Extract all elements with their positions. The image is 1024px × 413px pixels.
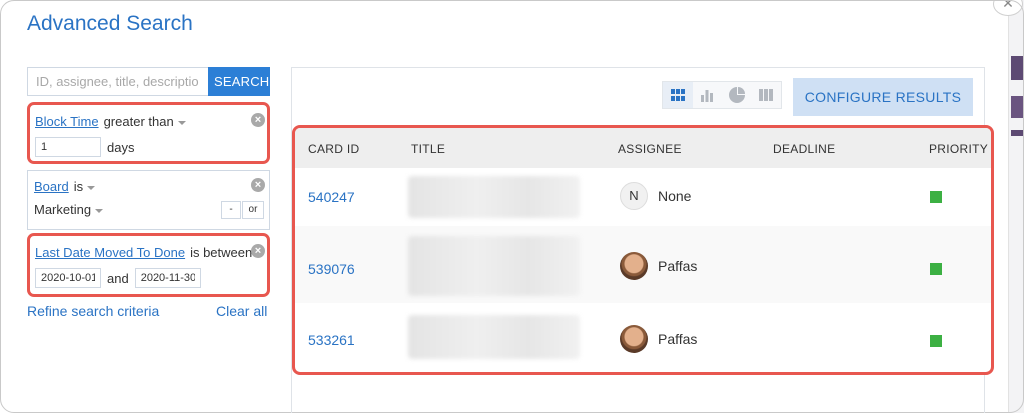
background-app-strip bbox=[1011, 56, 1024, 80]
card-id-link[interactable]: 540247 bbox=[308, 189, 355, 205]
remove-filter-icon[interactable]: × bbox=[251, 178, 265, 192]
date-from-input[interactable] bbox=[35, 268, 101, 288]
filter-value-select[interactable]: Marketing bbox=[34, 202, 104, 217]
and-label: and bbox=[107, 270, 129, 286]
or-button[interactable]: or bbox=[242, 201, 264, 219]
bar-chart-icon[interactable] bbox=[693, 82, 723, 108]
table-row[interactable]: 540247 N None bbox=[295, 168, 991, 226]
remove-value-button[interactable]: - bbox=[221, 201, 241, 219]
card-title-redacted bbox=[408, 315, 580, 359]
date-to-input[interactable] bbox=[134, 268, 201, 288]
table-row[interactable]: 539076 Paffas bbox=[295, 226, 991, 303]
column-header[interactable]: ASSIGNEE bbox=[618, 142, 682, 156]
view-switcher bbox=[662, 81, 782, 109]
assignee-name: Paffas bbox=[658, 258, 698, 274]
filter-field-link[interactable]: Board bbox=[34, 179, 69, 194]
table-row[interactable]: 533261 Paffas bbox=[295, 303, 991, 372]
filter-block-time: Block Time greater than × days bbox=[27, 102, 270, 164]
filter-board: Board is × Marketing - or bbox=[27, 170, 270, 230]
column-view-icon[interactable] bbox=[752, 82, 782, 108]
filter-unit: days bbox=[107, 139, 135, 155]
assignee: Paffas bbox=[620, 325, 697, 353]
column-header[interactable]: TITLE bbox=[411, 142, 445, 156]
pie-chart-icon[interactable] bbox=[722, 82, 752, 108]
chevron-down-icon bbox=[87, 185, 96, 190]
avatar bbox=[620, 325, 648, 353]
chevron-down-icon bbox=[95, 208, 104, 213]
configure-results-button[interactable]: CONFIGURE RESULTS bbox=[793, 78, 973, 116]
filter-operator[interactable]: greater than bbox=[104, 114, 186, 129]
refine-search-link[interactable]: Refine search criteria bbox=[27, 303, 159, 319]
background-app-strip bbox=[1011, 96, 1024, 118]
priority-indicator bbox=[930, 263, 942, 275]
assignee: Paffas bbox=[620, 252, 697, 280]
priority-indicator bbox=[930, 335, 942, 347]
results-table: CARD ID TITLE ASSIGNEE DEADLINE PRIORITY… bbox=[292, 125, 994, 375]
avatar bbox=[620, 252, 648, 280]
column-header[interactable]: CARD ID bbox=[308, 142, 359, 156]
filter-last-date-moved: Last Date Moved To Done is between × and bbox=[27, 233, 270, 297]
avatar: N bbox=[620, 182, 648, 210]
background-app-strip bbox=[1011, 130, 1024, 136]
clear-all-link[interactable]: Clear all bbox=[216, 303, 267, 319]
filter-operator[interactable]: is bbox=[74, 179, 96, 194]
dialog-title: Advanced Search bbox=[27, 12, 193, 35]
remove-filter-icon[interactable]: × bbox=[251, 113, 265, 127]
assignee: N None bbox=[620, 182, 691, 210]
assignee-name: Paffas bbox=[658, 331, 698, 347]
grid-view-icon[interactable] bbox=[663, 82, 693, 108]
assignee-name: None bbox=[658, 188, 692, 204]
card-id-link[interactable]: 539076 bbox=[308, 261, 355, 277]
priority-indicator bbox=[930, 191, 942, 203]
chevron-down-icon bbox=[177, 120, 186, 125]
card-id-link[interactable]: 533261 bbox=[308, 332, 355, 348]
column-header[interactable]: PRIORITY bbox=[929, 142, 988, 156]
search-button[interactable]: SEARCH bbox=[208, 67, 270, 96]
table-header: CARD ID TITLE ASSIGNEE DEADLINE PRIORITY bbox=[295, 128, 991, 168]
column-header[interactable]: DEADLINE bbox=[773, 142, 835, 156]
filter-field-link[interactable]: Block Time bbox=[35, 114, 99, 129]
filter-field-link[interactable]: Last Date Moved To Done bbox=[35, 245, 185, 260]
card-title-redacted bbox=[408, 236, 580, 296]
filter-operator: is between bbox=[190, 245, 253, 260]
remove-filter-icon[interactable]: × bbox=[251, 244, 265, 258]
card-title-redacted bbox=[408, 176, 580, 218]
search-input[interactable] bbox=[27, 67, 209, 96]
filter-value-input[interactable] bbox=[35, 137, 101, 157]
